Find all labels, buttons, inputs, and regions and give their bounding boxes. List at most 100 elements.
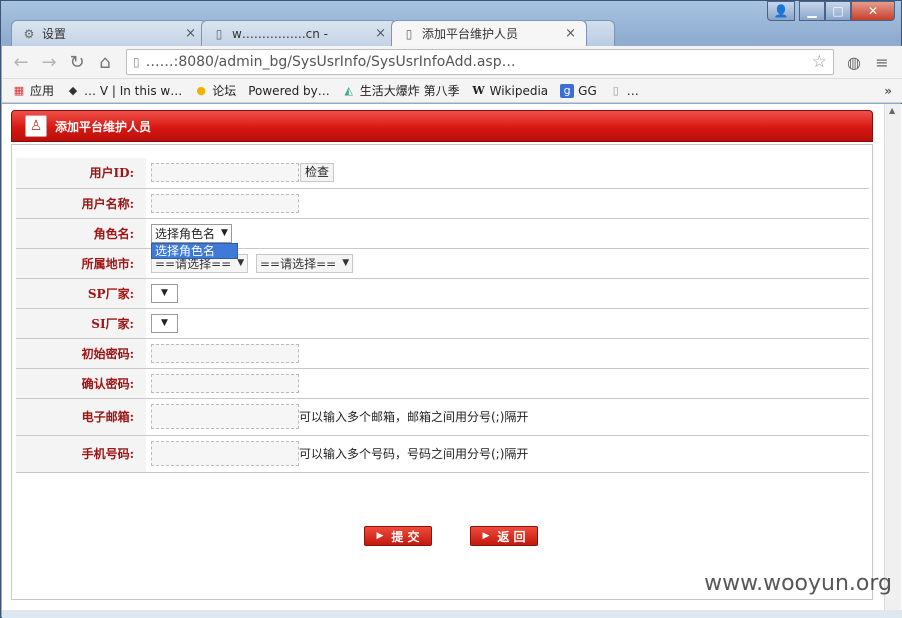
form-row-si: SI厂家: ▼: [16, 308, 869, 339]
back-page-button[interactable]: ▶ 返 回: [470, 526, 538, 546]
role-option-highlighted[interactable]: 选择角色名: [151, 242, 238, 259]
bookmark-google[interactable]: g GG: [560, 83, 597, 98]
submit-button[interactable]: ▶ 提 交: [364, 526, 432, 546]
confirm-password-input[interactable]: [151, 373, 299, 393]
forward-button[interactable]: →: [36, 49, 62, 75]
bookmark-apps[interactable]: ▦ 应用: [12, 82, 54, 99]
back-button[interactable]: ←: [8, 49, 34, 75]
user-id-input[interactable]: [151, 163, 299, 183]
submit-label: 提 交: [391, 529, 420, 544]
vertical-scrollbar[interactable]: ▲: [884, 104, 901, 610]
district-select[interactable]: ==请选择== ▼: [255, 253, 354, 273]
scroll-up-icon[interactable]: ▲: [889, 106, 895, 115]
bookmark-item[interactable]: ◭ 生活大爆炸 第八季: [342, 82, 460, 99]
role-select[interactable]: 选择角色名 ▼: [151, 223, 232, 243]
dropdown-arrow-icon: ▼: [161, 288, 168, 298]
apps-icon: ▦: [13, 84, 25, 97]
window-bottom-border: [2, 610, 902, 618]
watermark: www.wooyun.org: [704, 571, 892, 596]
add-user-form: 用户ID: 检查 用户名称: 角色名: 选择角色名 ▼ 选择角色名 所属地市: …: [16, 158, 869, 473]
confirm-password-label: 确认密码:: [16, 368, 146, 399]
bookmark-label: GG: [578, 83, 597, 98]
bookmark-forum[interactable]: ● 论坛: [194, 82, 236, 99]
form-row-region: 所属地市: ==请选择== ▼ ==请选择== ▼: [16, 248, 869, 279]
tab-strip: ⚙ 设置 × ▯ w…………….cn - × ▯ 添加平台维护人员 ×: [11, 20, 615, 46]
user-name-label: 用户名称:: [16, 188, 146, 219]
tab-settings[interactable]: ⚙ 设置 ×: [11, 20, 207, 46]
tab-close-icon[interactable]: ×: [375, 26, 386, 41]
bookmark-item[interactable]: Powered by…: [248, 84, 330, 98]
address-bar[interactable]: ▯ ……:8080/admin_bg/SysUsrInfo/SysUsrInfo…: [126, 49, 834, 75]
form-row-phone: 手机号码: 可以输入多个号码，号码之间用分号(;)隔开: [16, 435, 869, 473]
form-row-user-id: 用户ID: 检查: [16, 158, 869, 189]
close-window-button[interactable]: ✕: [851, 1, 895, 21]
tab-site[interactable]: ▯ w…………….cn - ×: [201, 20, 397, 46]
bookmark-label: 应用: [30, 84, 55, 98]
page-header: ♙ 添加平台维护人员: [11, 110, 873, 142]
chevron-right-icon: ▶: [376, 531, 384, 541]
maximize-button[interactable]: □: [825, 1, 851, 21]
init-password-input[interactable]: [151, 343, 299, 363]
dropdown-arrow-icon: ▼: [342, 258, 350, 268]
role-label: 角色名:: [16, 218, 146, 249]
user-add-icon: ♙: [25, 115, 47, 137]
form-row-init-password: 初始密码:: [16, 338, 869, 369]
bookmark-label: … V | In this w…: [84, 83, 183, 98]
user-id-label: 用户ID:: [16, 158, 146, 189]
bookmark-label: Wikipedia: [489, 83, 549, 98]
bookmark-star-icon[interactable]: ☆: [812, 52, 827, 72]
bookmark-icon: ◭: [344, 84, 354, 97]
page-title: 添加平台维护人员: [55, 119, 152, 134]
form-actions: ▶ 提 交 ▶ 返 回: [364, 526, 576, 546]
sp-label: SP厂家:: [16, 278, 146, 309]
user-name-input[interactable]: [151, 193, 299, 213]
menu-icon[interactable]: ≡: [868, 49, 896, 75]
wikipedia-icon: W: [472, 84, 485, 97]
minimize-button[interactable]: ▁: [799, 1, 825, 21]
browser-toolbar: ← → ↻ ⌂ ▯ ……:8080/admin_bg/SysUsrInfo/Sy…: [2, 46, 902, 79]
bookmark-icon: ▯: [612, 84, 619, 97]
email-hint: 可以输入多个邮箱，邮箱之间用分号(;)隔开: [299, 410, 529, 424]
phone-input[interactable]: [151, 441, 299, 466]
region-label: 所属地市:: [16, 248, 146, 279]
form-row-role: 角色名: 选择角色名 ▼ 选择角色名: [16, 218, 869, 259]
sp-select[interactable]: ▼: [151, 283, 178, 303]
page-content: ♙ 添加平台维护人员 用户ID: 检查 用户名称: 角色名: 选择角色名 ▼ 选…: [2, 104, 902, 610]
url-text: ……:8080/admin_bg/SysUsrInfo/SysUsrInfoAd…: [145, 54, 516, 70]
home-button[interactable]: ⌂: [92, 49, 118, 75]
page-icon: ▯: [405, 26, 413, 41]
globe-icon[interactable]: ◍: [840, 49, 868, 75]
email-label: 电子邮箱:: [16, 398, 146, 436]
reload-button[interactable]: ↻: [64, 49, 90, 75]
google-icon: g: [560, 83, 575, 98]
email-input[interactable]: [151, 404, 299, 429]
si-select[interactable]: ▼: [151, 313, 178, 333]
chevron-right-icon: ▶: [482, 531, 490, 541]
bookmark-wikipedia[interactable]: W Wikipedia: [472, 83, 549, 98]
bookmark-item[interactable]: ▯ …: [609, 84, 639, 98]
bookmarks-overflow-button[interactable]: »: [884, 84, 892, 98]
bookmarks-bar: ▦ 应用 ◆ … V | In this w… ● 论坛 Powered by……: [2, 79, 902, 103]
form-row-user-name: 用户名称:: [16, 188, 869, 219]
check-button[interactable]: 检查: [300, 163, 335, 183]
browser-window: 👤 ▁ □ ✕ ⚙ 设置 × ▯ w…………….cn - × ▯ 添加平台维护人…: [0, 0, 902, 618]
bookmark-label: 论坛: [212, 84, 237, 98]
page-icon: ▯: [215, 26, 223, 41]
tab-add-maintainer[interactable]: ▯ 添加平台维护人员 ×: [391, 20, 587, 46]
bookmark-item[interactable]: ◆ … V | In this w…: [66, 84, 182, 98]
tab-title: w…………….cn -: [232, 26, 328, 41]
tab-close-icon[interactable]: ×: [185, 26, 196, 41]
bookmark-label: Powered by…: [248, 83, 330, 98]
tab-close-icon[interactable]: ×: [565, 26, 576, 41]
form-row-email: 电子邮箱: 可以输入多个邮箱，邮箱之间用分号(;)隔开: [16, 398, 869, 436]
district-selected-value: ==请选择==: [259, 256, 337, 271]
dropdown-arrow-icon: ▼: [161, 318, 168, 328]
phone-hint: 可以输入多个号码，号码之间用分号(;)隔开: [299, 447, 529, 461]
role-selected-value: 选择角色名: [155, 226, 216, 241]
page-icon: ▯: [133, 55, 140, 69]
phone-label: 手机号码:: [16, 435, 146, 473]
bookmark-icon: ◆: [68, 84, 78, 97]
user-profile-button[interactable]: 👤: [767, 1, 795, 21]
bookmark-label: …: [626, 83, 639, 98]
bookmark-label: 生活大爆炸 第八季: [359, 84, 460, 98]
